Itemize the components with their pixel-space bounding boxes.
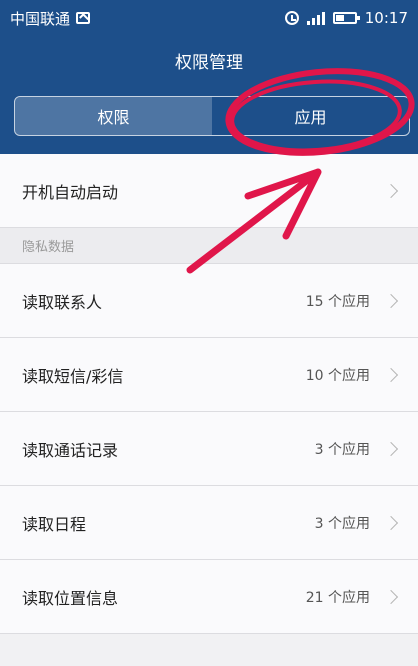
chevron-right-icon [383,293,399,308]
status-bar: 中国联通 10:17 [0,0,418,36]
list-item-label: 读取短信/彩信 [22,366,124,386]
chevron-right-icon [383,367,399,382]
signal-icon [306,11,325,25]
chevron-right-icon [383,441,399,456]
list-item-read-contacts[interactable]: 读取联系人 15 个应用 [0,264,418,338]
list-item-label: 读取联系人 [22,292,103,312]
page-title: 权限管理 [175,53,243,73]
tab-apps[interactable]: 应用 [212,97,409,135]
status-time: 10:17 [364,9,408,27]
list-item-read-call-log[interactable]: 读取通话记录 3 个应用 [0,412,418,486]
chevron-right-icon [383,589,399,604]
permission-list: 开机自动启动 隐私数据 读取联系人 15 个应用 读取短信/彩信 10 个应用 … [0,154,418,634]
battery-icon [332,12,360,24]
app-count: 10 个应用 [305,367,370,384]
chevron-right-icon [383,515,399,530]
chevron-right-icon [383,183,399,198]
list-item-label: 读取位置信息 [22,588,119,608]
alarm-clock-icon [284,11,299,25]
image-icon [76,12,91,24]
list-item-read-sms[interactable]: 读取短信/彩信 10 个应用 [0,338,418,412]
tab-permissions[interactable]: 权限 [15,97,212,135]
app-count: 3 个应用 [314,441,370,458]
list-item-autostart[interactable]: 开机自动启动 [0,154,418,228]
list-item-label: 读取日程 [22,514,87,534]
app-count: 21 个应用 [305,589,370,606]
tab-switcher: 权限 应用 [14,96,410,136]
carrier-name: 中国联通 [10,9,71,28]
list-item-label: 读取通话记录 [22,440,119,460]
list-item-read-calendar[interactable]: 读取日程 3 个应用 [0,486,418,560]
app-count: 3 个应用 [314,515,370,532]
list-item-read-location[interactable]: 读取位置信息 21 个应用 [0,560,418,634]
list-item-label: 开机自动启动 [22,182,119,202]
app-count: 15 个应用 [305,293,370,310]
header: 权限管理 权限 应用 [0,36,418,154]
section-header-privacy: 隐私数据 [0,228,418,264]
